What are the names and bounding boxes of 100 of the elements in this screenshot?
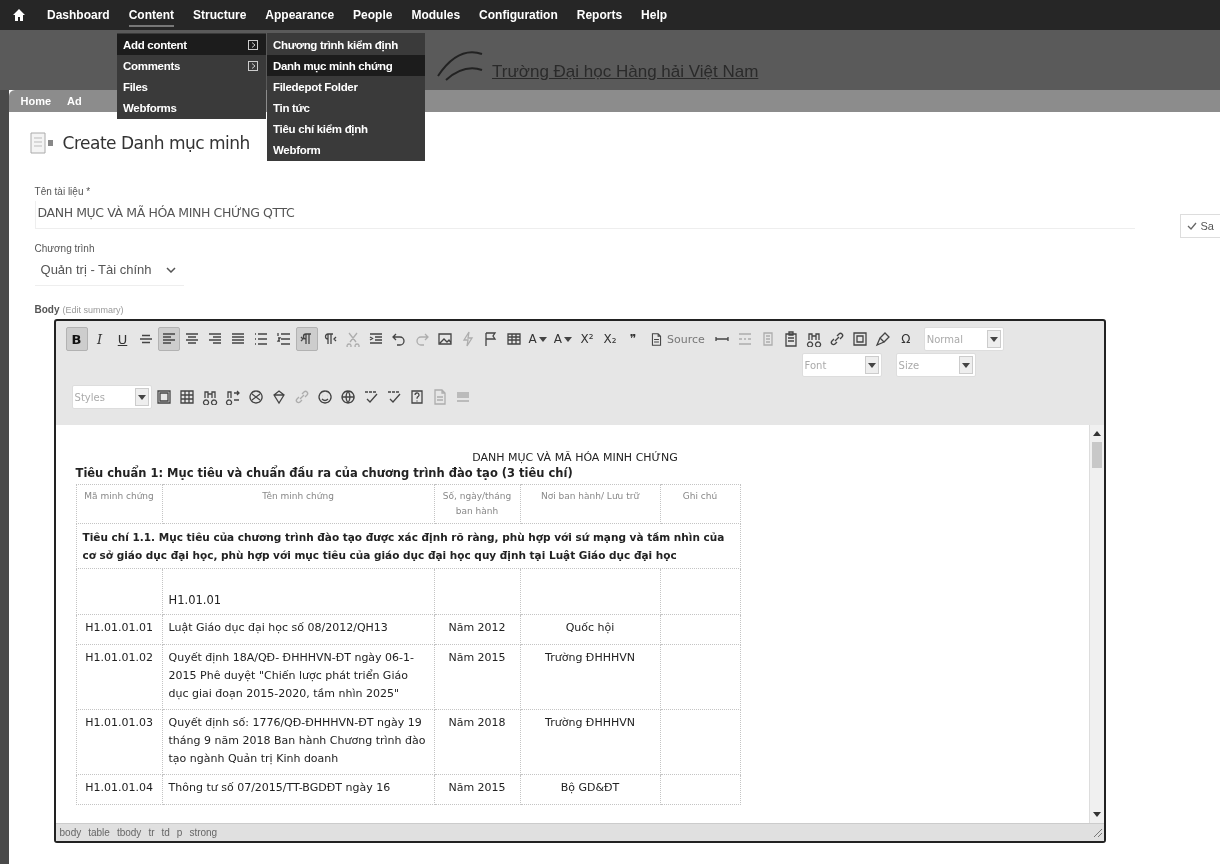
element-path-link[interactable]: tr (148, 827, 155, 838)
table-cell: Năm 2018 (448, 715, 506, 729)
toolbar-button[interactable]: B (65, 327, 88, 351)
chevron-down-icon (165, 266, 176, 273)
binoculars-icon (805, 331, 822, 347)
menu-item[interactable]: Filedepot Folder (267, 76, 425, 97)
scrollbar[interactable] (1088, 425, 1104, 823)
text-color-button[interactable]: A (525, 327, 550, 351)
table-cell: Thông tư số 07/2015/TT-BGDĐT ngày 16 (168, 781, 391, 795)
document-icon (649, 332, 663, 346)
menu-item[interactable]: Tiêu chí kiểm định (267, 118, 425, 139)
element-path-link[interactable]: strong (189, 827, 218, 838)
check-icon (1186, 222, 1197, 230)
table-icon (505, 331, 522, 347)
select-all-icon (851, 331, 868, 347)
document-icon (431, 389, 448, 405)
caret-icon (867, 362, 876, 368)
page-break-icon (736, 331, 753, 347)
element-path-link[interactable]: p (176, 827, 183, 838)
indent-icon (367, 331, 384, 347)
text-color-button[interactable]: A (550, 327, 575, 351)
scroll-thumb[interactable] (1091, 442, 1102, 468)
table-cell: Năm 2015 (448, 650, 506, 664)
table-cell: Quyết định số: 1776/QĐ-ĐHHHVN-ĐT ngày 19 tháng 9 năm 2018 Ban hành Chương trình đào tạo ngành Quản trị Kinh doanh (168, 715, 426, 766)
admin-menu-item[interactable]: Dashboard (47, 5, 110, 25)
toolbar-button[interactable]: Ω (894, 327, 917, 351)
document-heading: DANH MỤC VÀ MÃ HÓA MINH CHỨNG (471, 451, 679, 464)
scroll-up-icon[interactable] (1092, 431, 1101, 436)
admin-menu-item[interactable]: Structure (193, 5, 247, 25)
page-title: Create Danh mục minh (62, 133, 250, 153)
toolbar-button[interactable]: I (88, 327, 111, 351)
caret-icon (961, 362, 970, 368)
caret-icon (137, 394, 146, 400)
table-cell: H1.01.01.02 (85, 650, 153, 664)
admin-menu-item[interactable]: Appearance (265, 5, 335, 25)
admin-menu-item[interactable]: Configuration (479, 5, 558, 25)
replace-icon (224, 389, 241, 405)
lines-icon (454, 389, 471, 405)
column-header: Số, ngày/tháng ban hành (442, 491, 512, 516)
toolbar-button[interactable] (157, 327, 180, 351)
binoculars-icon (201, 389, 218, 405)
criterion-title: Tiêu chí 1.1. Mục tiêu của chương trình đào tạo được xác định rõ ràng, phù hợp với sứ mạng và tầm nhìn của cơ sở giáo dục đại học, phù hợp với mục tiêu của giáo dục đại học quy định tại Luật Giáo dục đại học (82, 530, 725, 562)
align-center-icon (183, 331, 200, 347)
admin-menu-item[interactable]: Reports (576, 5, 623, 25)
spellcheck-icon (385, 389, 402, 405)
link-icon (293, 389, 310, 405)
menu-item[interactable]: Danh mục minh chứng (267, 55, 425, 76)
grid-icon (178, 389, 195, 405)
field-label: Tên tài liệu * (34, 186, 92, 197)
scissors-icon (344, 331, 361, 347)
bullet-list-icon (252, 331, 269, 347)
table-cell: H1.01.01.01 (85, 621, 153, 635)
help-icon (408, 389, 425, 405)
link-icon (828, 331, 845, 347)
flag-icon (482, 331, 499, 347)
caret-icon (563, 336, 572, 342)
element-path-link[interactable]: body (59, 827, 82, 838)
toolbar-button[interactable]: ❞ (621, 327, 644, 351)
smiley-icon (316, 389, 333, 405)
menu-item[interactable]: Webform (267, 139, 425, 160)
column-header: Ghi chú (682, 491, 718, 501)
document-icon (28, 131, 55, 155)
table-cell: Bộ GD&ĐT (560, 781, 620, 795)
scroll-down-icon[interactable] (1092, 812, 1101, 817)
resize-grip-icon[interactable] (1093, 828, 1102, 837)
toolbar-button[interactable]: X² (575, 327, 598, 351)
spellcheck-icon (362, 389, 379, 405)
element-path-link[interactable]: td (161, 827, 170, 838)
table-cell: Quyết định 18A/QĐ- ĐHHHVN-ĐT ngày 06-1-2015 Phê duyệt "Chiến lược phát triển Giáo dục giai đoạn 2015-2020, tầm nhìn 2025" (168, 650, 415, 700)
source-button[interactable]: Source (644, 327, 710, 351)
menu-item[interactable]: Files (117, 76, 266, 97)
toolbar-button[interactable] (295, 327, 318, 351)
align-right-icon (206, 331, 223, 347)
element-path-link[interactable]: tbody (116, 827, 142, 838)
globe-icon (339, 389, 356, 405)
menu-item[interactable]: Add content (117, 34, 266, 55)
brush-icon (874, 331, 891, 347)
undo-icon (390, 331, 407, 347)
program-select[interactable]: Quản trị - Tài chính (34, 258, 184, 286)
admin-menu-item[interactable]: People (353, 5, 393, 25)
toolbar-button[interactable]: U (111, 327, 134, 351)
table-cell: Trường ĐHHHVN (545, 650, 635, 664)
numbered-list-icon (275, 331, 292, 347)
table-cell: H1.01.01.04 (85, 781, 153, 795)
title-input[interactable]: DANH MỤC VÀ MÃ HÓA MINH CHỨNG QTTC (34, 201, 1135, 229)
table-cell: H1.01.01.03 (85, 715, 153, 729)
admin-menu-item[interactable]: Modules (411, 5, 461, 25)
table-cell: Quốc hội (565, 621, 615, 635)
menu-item[interactable]: Chương trình kiểm định (267, 34, 425, 55)
menu-item[interactable]: Tin tức (267, 97, 425, 118)
standard-title: Tiêu chuẩn 1: Mục tiêu và chuẩn đầu ra của chương trình đào tạo (3 tiêu chí) (75, 466, 574, 480)
table-cell: Năm 2012 (448, 621, 506, 635)
toolbar-button[interactable]: X₂ (598, 327, 621, 351)
home-icon[interactable] (12, 8, 26, 22)
table-cell: Năm 2015 (448, 781, 506, 795)
admin-menu-item[interactable]: Help (641, 5, 668, 25)
menu-item[interactable]: Comments (117, 55, 266, 76)
save-button[interactable]: Sa (1179, 214, 1220, 238)
menu-item[interactable]: Webforms (117, 97, 266, 118)
element-path-link[interactable]: table (88, 827, 110, 838)
